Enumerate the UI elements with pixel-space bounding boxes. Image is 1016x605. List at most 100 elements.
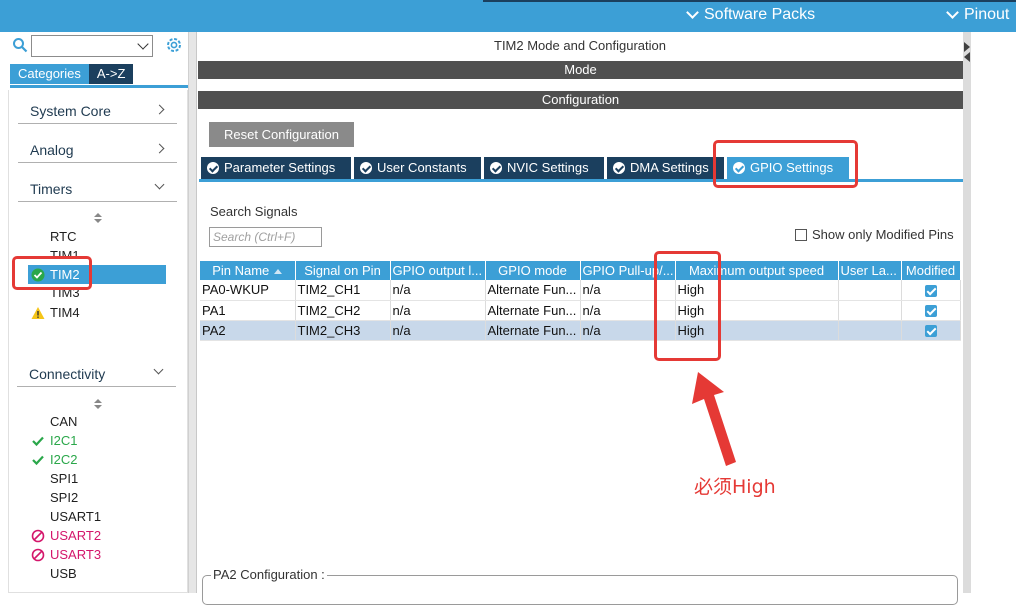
check-circle-icon bbox=[360, 162, 372, 174]
chevron-down-icon bbox=[946, 6, 959, 19]
category-label: Analog bbox=[30, 142, 74, 158]
cell-modified bbox=[901, 300, 961, 321]
conn-label: I2C1 bbox=[50, 433, 78, 448]
warning-icon bbox=[31, 307, 45, 319]
table-row-selected[interactable]: PA2 TIM2_CH3 n/a Alternate Fun... n/a Hi… bbox=[200, 320, 961, 341]
search-signals-input[interactable] bbox=[209, 227, 322, 247]
chevron-down-icon bbox=[686, 6, 699, 19]
cell-gpio-mode: Alternate Fun... bbox=[485, 320, 581, 341]
checkbox-unchecked[interactable] bbox=[795, 228, 807, 241]
cell-pin-name: PA0-WKUP bbox=[200, 280, 296, 301]
timer-label: TIM4 bbox=[50, 305, 80, 320]
component-search-combo[interactable] bbox=[31, 35, 153, 57]
cell-gpio-mode: Alternate Fun... bbox=[485, 300, 581, 321]
category-system-core[interactable]: System Core bbox=[18, 100, 177, 124]
timer-item-tim4[interactable]: TIM4 bbox=[31, 303, 80, 322]
check-icon bbox=[32, 455, 44, 466]
chevron-down-icon bbox=[154, 179, 165, 190]
sort-icon[interactable] bbox=[93, 212, 103, 224]
show-modified-pins-checkbox[interactable]: Show only Modified Pins bbox=[795, 227, 954, 242]
cell-modified bbox=[901, 320, 961, 341]
conn-item-i2c1[interactable]: I2C1 bbox=[32, 431, 78, 450]
conn-item-usart3[interactable]: USART3 bbox=[31, 545, 102, 564]
col-gpio-mode[interactable]: GPIO mode bbox=[485, 261, 581, 280]
pa2-configuration-group: PA2 Configuration : bbox=[202, 567, 958, 605]
check-icon bbox=[32, 436, 44, 447]
gear-icon[interactable] bbox=[165, 36, 183, 54]
cell-output-level: n/a bbox=[390, 300, 486, 321]
search-icon[interactable] bbox=[12, 37, 28, 53]
category-connectivity[interactable]: Connectivity bbox=[17, 363, 176, 387]
col-gpio-output-level[interactable]: GPIO output l... bbox=[390, 261, 486, 280]
timer-item-rtc[interactable]: RTC bbox=[50, 227, 76, 246]
category-timers[interactable]: Timers bbox=[18, 178, 177, 202]
conn-label: USART3 bbox=[50, 547, 102, 562]
tab-label: User Constants bbox=[377, 160, 467, 175]
conn-item-usart2[interactable]: USART2 bbox=[31, 526, 102, 545]
conn-item-usb[interactable]: USB bbox=[50, 564, 77, 583]
software-packs-label: Software Packs bbox=[704, 6, 816, 23]
col-signal-on-pin[interactable]: Signal on Pin bbox=[295, 261, 391, 280]
tab-a-to-z[interactable]: A->Z bbox=[88, 64, 134, 84]
modified-checkbox[interactable] bbox=[924, 305, 937, 318]
page-title: TIM2 Mode and Configuration bbox=[494, 38, 666, 53]
modified-checkbox[interactable] bbox=[924, 284, 937, 297]
cell-modified bbox=[901, 280, 961, 301]
category-analog[interactable]: Analog bbox=[18, 139, 177, 163]
main-panel: TIM2 Mode and Configuration Mode Configu… bbox=[197, 32, 963, 605]
cell-signal: TIM2_CH1 bbox=[295, 280, 391, 301]
cell-user-label bbox=[838, 300, 902, 321]
annotation-box-gpio-tab bbox=[713, 140, 858, 188]
cell-output-level: n/a bbox=[390, 320, 486, 341]
pa2-configuration-label: PA2 Configuration : bbox=[211, 567, 327, 582]
tab-dma-settings[interactable]: DMA Settings bbox=[607, 157, 724, 179]
tab-label: DMA Settings bbox=[630, 160, 709, 175]
category-label: Connectivity bbox=[29, 366, 106, 382]
conn-item-can[interactable]: CAN bbox=[50, 412, 77, 431]
cell-user-label bbox=[838, 280, 902, 301]
cell-gpio-mode: Alternate Fun... bbox=[485, 280, 581, 301]
chevron-right-icon bbox=[154, 104, 165, 115]
tab-parameter-settings[interactable]: Parameter Settings bbox=[201, 157, 351, 179]
cell-pin-name: PA1 bbox=[200, 300, 296, 321]
panel-splitter[interactable] bbox=[189, 32, 197, 593]
side-collapse-strip[interactable] bbox=[963, 32, 971, 593]
reset-configuration-button[interactable]: Reset Configuration bbox=[209, 122, 354, 147]
conn-item-spi2[interactable]: SPI2 bbox=[50, 488, 78, 507]
sort-icon[interactable] bbox=[93, 398, 103, 410]
checkbox-label: Show only Modified Pins bbox=[812, 227, 954, 242]
tab-nvic-settings[interactable]: NVIC Settings bbox=[484, 157, 604, 179]
col-user-label[interactable]: User La... bbox=[838, 261, 902, 280]
toolbar-divider bbox=[483, 0, 1016, 2]
chevron-down-icon[interactable] bbox=[137, 38, 149, 50]
cell-output-level: n/a bbox=[390, 280, 486, 301]
conn-item-usart1[interactable]: USART1 bbox=[50, 507, 101, 526]
check-circle-icon bbox=[207, 162, 219, 174]
col-modified[interactable]: Modified bbox=[901, 261, 961, 280]
table-row[interactable]: PA0-WKUP TIM2_CH1 n/a Alternate Fun... n… bbox=[200, 280, 961, 301]
conn-label: I2C2 bbox=[50, 452, 78, 467]
software-packs-menu[interactable]: Software Packs bbox=[686, 6, 816, 24]
annotation-text: 必须High bbox=[694, 476, 776, 498]
annotation-arrow-icon bbox=[692, 372, 736, 466]
modified-checkbox[interactable] bbox=[924, 325, 937, 338]
tab-user-constants[interactable]: User Constants bbox=[354, 157, 481, 179]
blocked-icon bbox=[31, 548, 45, 562]
configuration-section-bar[interactable]: Configuration bbox=[198, 91, 963, 109]
conn-item-i2c2[interactable]: I2C2 bbox=[32, 450, 78, 469]
pinout-menu[interactable]: Pinout bbox=[946, 6, 1009, 24]
tabs-underline bbox=[10, 85, 188, 88]
search-signals-label: Search Signals bbox=[210, 204, 298, 219]
conn-item-spi1[interactable]: SPI1 bbox=[50, 469, 78, 488]
left-panel: Categories A->Z System Core Analog Timer… bbox=[0, 32, 189, 593]
table-row[interactable]: PA1 TIM2_CH2 n/a Alternate Fun... n/a Hi… bbox=[200, 300, 961, 321]
tab-categories[interactable]: Categories bbox=[10, 64, 89, 84]
gpio-pin-table: Pin Name Signal on Pin GPIO output l... … bbox=[200, 261, 961, 341]
mode-section-bar[interactable]: Mode bbox=[198, 61, 963, 79]
tab-label: NVIC Settings bbox=[507, 160, 589, 175]
expand-arrow-icon[interactable] bbox=[964, 52, 970, 62]
category-label: Timers bbox=[30, 181, 73, 197]
conn-label: USART2 bbox=[50, 528, 102, 543]
collapse-arrow-icon[interactable] bbox=[964, 42, 970, 52]
col-pin-name[interactable]: Pin Name bbox=[200, 261, 296, 280]
